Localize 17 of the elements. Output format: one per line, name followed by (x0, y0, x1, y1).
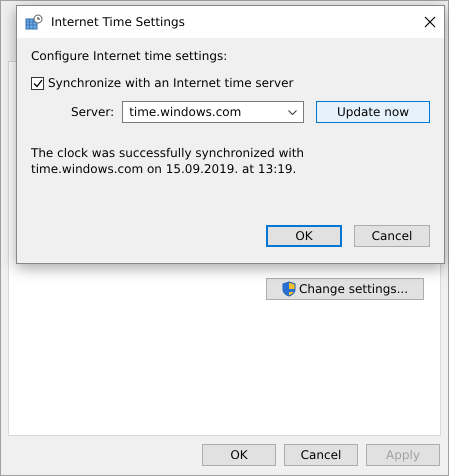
checkbox-label: Synchronize with an Internet time server (48, 75, 294, 91)
dialog-button[interactable]: Cancel (284, 444, 358, 466)
server-dropdown[interactable]: time.windows.com (122, 101, 304, 123)
dialog-button[interactable]: OK (266, 225, 342, 247)
clock-calendar-icon (25, 14, 43, 30)
chevron-down-icon (288, 110, 297, 114)
dialog-button[interactable]: OK (202, 444, 276, 466)
sync-status-message: The clock was successfully synchronized with time.windows.com on 15.09.2019. at 13:19. (31, 145, 306, 177)
section-heading: Configure Internet time settings: (31, 48, 228, 64)
server-label: Server: (71, 104, 114, 120)
close-icon[interactable] (424, 16, 436, 28)
sync-checkbox[interactable] (31, 76, 44, 90)
update-now-button[interactable]: Update now (316, 101, 430, 123)
window-title: Internet Time Settings (51, 15, 186, 29)
change-settings-button[interactable]: Change settings... (266, 278, 424, 300)
dialog-button[interactable]: Cancel (354, 225, 430, 247)
shield-icon (282, 281, 296, 297)
